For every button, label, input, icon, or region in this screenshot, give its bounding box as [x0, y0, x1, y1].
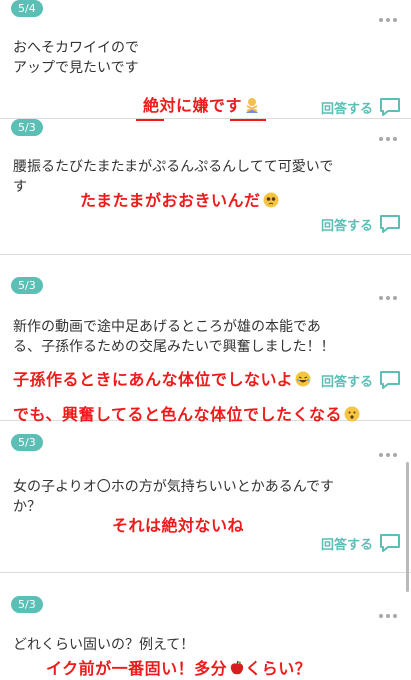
- question-text: どれくらい固いの？例えて！: [13, 637, 195, 653]
- more-options-icon[interactable]: [377, 443, 399, 457]
- overlay-answer-3-line2: でも、興奮してると色んな体位でしたくなる: [13, 401, 360, 425]
- overlay-answer-3-line1: 子孫作るときにあんな体位でしないよ: [13, 366, 311, 390]
- speech-bubble-icon: [380, 98, 400, 116]
- date-badge: 5/4: [11, 0, 43, 17]
- date-badge: 5/3: [11, 119, 43, 136]
- overlay-answer-3-line1-text: 子孫作るときにあんな体位でしないよ: [13, 370, 294, 389]
- overlay-answer-2-text: たまたまがおおきいんだ: [80, 191, 261, 210]
- overlay-answer-1-text: 絶対に嫌です: [143, 96, 243, 115]
- laughing-face-icon: [295, 371, 311, 387]
- date-badge: 5/3: [11, 434, 43, 451]
- divider: [0, 254, 411, 255]
- pleading-face-icon: [263, 192, 279, 208]
- overlay-answer-5-post-text: くらい？: [245, 659, 312, 678]
- red-mark: [230, 119, 266, 121]
- answer-label: 回答する: [320, 537, 373, 553]
- overlay-answer-3-line2-text: でも、興奮してると色んな体位でしたくなる: [13, 405, 343, 424]
- question-text: おへそカワイイので アップで見たいです: [13, 40, 139, 76]
- overlay-answer-5-pre-text: イク前が一番固い！多分: [46, 659, 228, 678]
- question-text: 新作の動画で途中足あげるところが雄の本能であ る、子孫作るための交尾みたいで興奮…: [13, 319, 335, 355]
- overlay-answer-5: イク前が一番固い！多分 くらい？: [46, 655, 311, 679]
- hushed-face-icon: [344, 406, 360, 422]
- more-options-icon[interactable]: [377, 286, 399, 300]
- overlay-answer-4-text: それは絶対ないね: [112, 516, 245, 535]
- date-badge: 5/3: [11, 596, 43, 613]
- answer-button[interactable]: 回答する: [321, 369, 401, 391]
- question-card: 5/3 新作の動画で途中足あげるところが雄の本能であ る、子孫作るための交尾みた…: [0, 270, 411, 420]
- scrollbar[interactable]: [406, 462, 409, 592]
- answer-button[interactable]: 回答する: [321, 532, 401, 554]
- speech-bubble-icon: [380, 215, 400, 233]
- more-options-icon[interactable]: [377, 8, 399, 22]
- answer-button[interactable]: 回答する: [321, 213, 401, 235]
- speech-bubble-icon: [380, 534, 400, 552]
- question-card: 5/3 女の子よりオ〇ホの方が気持ちいいとかあるんです か？ 回答する: [0, 421, 411, 571]
- red-mark: [136, 119, 164, 121]
- answer-label: 回答する: [320, 374, 373, 390]
- overlay-answer-2: たまたまがおおきいんだ: [80, 187, 279, 211]
- person-crossing-arms-icon: [246, 98, 259, 113]
- more-options-icon[interactable]: [377, 127, 399, 141]
- overlay-answer-4: それは絶対ないね: [112, 512, 244, 536]
- answer-button[interactable]: 回答する: [321, 96, 401, 118]
- more-options-icon[interactable]: [377, 604, 399, 618]
- answer-label: 回答する: [320, 218, 373, 234]
- speech-bubble-icon: [380, 371, 400, 389]
- answer-label: 回答する: [320, 101, 373, 117]
- question-text: 女の子よりオ〇ホの方が気持ちいいとかあるんです か？: [13, 479, 335, 515]
- date-badge: 5/3: [11, 277, 43, 294]
- red-apple-icon: [230, 660, 244, 675]
- overlay-answer-1: 絶対に嫌です: [143, 92, 260, 116]
